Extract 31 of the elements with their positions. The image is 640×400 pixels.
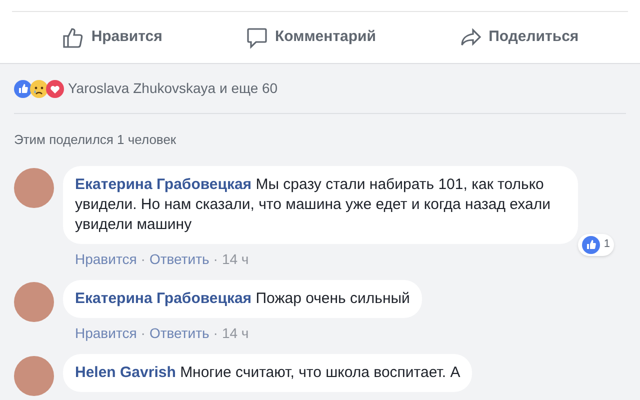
comment-action-button[interactable]: Комментарий bbox=[236, 22, 384, 54]
thumbs-up-icon bbox=[61, 26, 86, 50]
author-link[interactable]: Екатерина Грабовецкая bbox=[75, 290, 252, 306]
separator-dot: · bbox=[213, 324, 218, 342]
sad-face-icon bbox=[30, 80, 48, 98]
reaction-count-badge[interactable]: 1 bbox=[578, 234, 614, 256]
separator-dot: · bbox=[140, 324, 146, 342]
reply-link[interactable]: Ответить bbox=[149, 322, 210, 344]
comment-text: Екатерина Грабовецкая Мы сразу стали набирать 101, как только увидели. Но нам сказали, что машина уже едет и когда назад ехали увидели машину bbox=[75, 174, 552, 234]
separator-dot: · bbox=[213, 250, 218, 268]
comment-text: Екатерина Грабовецкая Пожар очень сильный bbox=[75, 288, 410, 308]
like-reaction-icon bbox=[582, 236, 600, 254]
avatar[interactable] bbox=[14, 282, 54, 322]
avatar[interactable] bbox=[14, 356, 54, 396]
reactions-summary[interactable]: Yaroslava Zhukovskaya и еще 60 bbox=[68, 78, 278, 99]
speech-bubble-icon bbox=[244, 26, 269, 50]
comment-text: Helen Gavrish Многие считают, что школа воспитает. А bbox=[75, 362, 460, 382]
heart-reaction-icon bbox=[46, 80, 64, 98]
shares-link[interactable]: Этим поделился 1 человек bbox=[14, 130, 626, 150]
share-action-button[interactable]: Поделиться bbox=[450, 22, 587, 54]
avatar[interactable] bbox=[14, 168, 54, 208]
like-link[interactable]: Нравится bbox=[75, 322, 137, 344]
separator-dot: · bbox=[140, 250, 146, 268]
comment-time[interactable]: 14 ч bbox=[222, 248, 249, 270]
author-link[interactable]: Helen Gavrish bbox=[75, 364, 176, 380]
author-link[interactable]: Екатерина Грабовецкая bbox=[75, 176, 252, 192]
like-action-button[interactable]: Нравится bbox=[53, 22, 170, 54]
like-reaction-icon bbox=[14, 80, 32, 98]
like-link[interactable]: Нравится bbox=[75, 248, 137, 270]
comment-time[interactable]: 14 ч bbox=[222, 322, 249, 344]
reply-link[interactable]: Ответить bbox=[149, 248, 210, 270]
